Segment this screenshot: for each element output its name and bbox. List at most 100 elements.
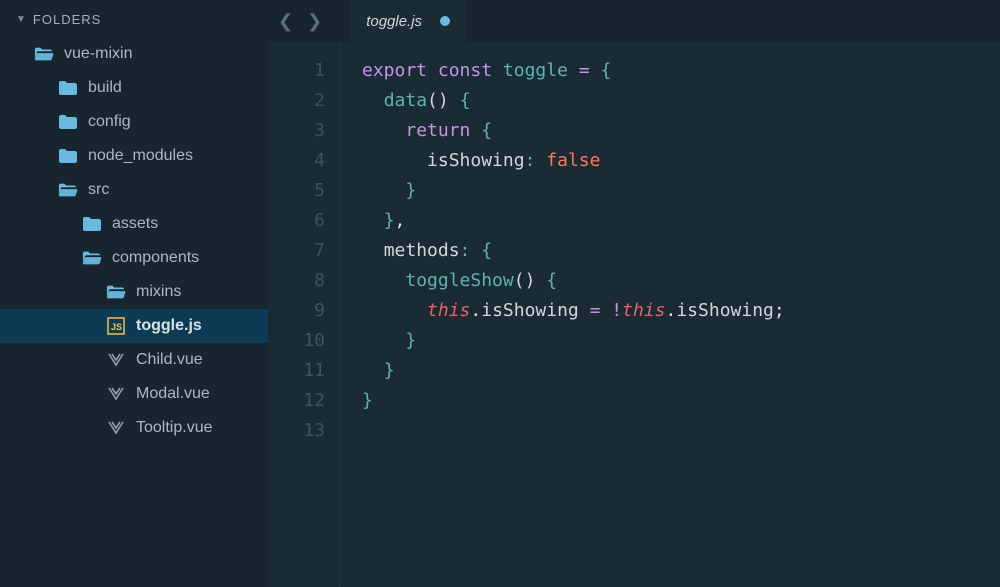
tree-item-label: assets (112, 215, 158, 233)
token-punc: } (384, 210, 395, 231)
token-kw: return (405, 120, 481, 141)
history-nav: ❮ ❯ (278, 11, 322, 32)
tree-folder-build[interactable]: build (0, 71, 268, 105)
code-line: } (362, 326, 1000, 356)
line-number: 1 (268, 56, 325, 86)
code-line: } (362, 356, 1000, 386)
tree-item-label: vue-mixin (64, 45, 132, 63)
token-white: . (470, 300, 481, 321)
token-punc: } (362, 390, 373, 411)
tree-folder-config[interactable]: config (0, 105, 268, 139)
token-punc: { (546, 270, 557, 291)
token-white (449, 90, 460, 111)
tree-item-label: Child.vue (136, 351, 203, 369)
token-op: = (590, 300, 612, 321)
token-punc: { (600, 60, 611, 81)
tree-item-label: Modal.vue (136, 385, 210, 403)
code-line: return { (362, 116, 1000, 146)
token-punc: { (481, 120, 492, 141)
code-line: export const toggle = { (362, 56, 1000, 86)
folder-icon (58, 78, 78, 98)
back-icon[interactable]: ❮ (278, 11, 293, 32)
tree-folder-assets[interactable]: assets (0, 207, 268, 241)
tree-item-label: config (88, 113, 131, 131)
token-this: this (622, 300, 665, 321)
token-kw: export (362, 60, 438, 81)
line-number: 7 (268, 236, 325, 266)
line-number: 3 (268, 116, 325, 146)
sidebar: ▼ FOLDERS vue-mixin build config node_modul… (0, 0, 268, 587)
code-line: }, (362, 206, 1000, 236)
vue-icon (106, 384, 126, 404)
tree-file-tooltip-vue[interactable]: Tooltip.vue (0, 411, 268, 445)
tab-title: toggle.js (366, 13, 422, 30)
token-white (535, 270, 546, 291)
folder-open-icon (82, 248, 102, 268)
tree-file-child-vue[interactable]: Child.vue (0, 343, 268, 377)
folder-open-icon (34, 44, 54, 64)
tree-item-label: src (88, 181, 109, 199)
token-punc: { (460, 90, 471, 111)
token-fn: toggleShow (405, 270, 513, 291)
token-prop: isShowing (676, 300, 774, 321)
token-fn: data (384, 90, 427, 111)
code-area[interactable]: 12345678910111213 export const toggle = … (268, 42, 1000, 587)
tree-item-label: components (112, 249, 199, 267)
file-tree: vue-mixin build config node_modulessrcasset… (0, 37, 268, 445)
code-content[interactable]: export const toggle = { data() { return … (340, 42, 1000, 587)
token-op: = (579, 60, 601, 81)
folder-open-icon (58, 180, 78, 200)
line-number: 13 (268, 416, 325, 446)
token-white: ; (774, 300, 785, 321)
code-line (362, 416, 1000, 446)
tab-toggle-js[interactable]: toggle.js (350, 0, 466, 42)
token-kw: const (438, 60, 503, 81)
token-punc: } (405, 180, 416, 201)
code-line: isShowing: false (362, 146, 1000, 176)
code-line: toggleShow() { (362, 266, 1000, 296)
editor-pane: ❮ ❯ toggle.js 12345678910111213 export c… (268, 0, 1000, 587)
tree-item-label: mixins (136, 283, 181, 301)
line-number: 2 (268, 86, 325, 116)
tree-file-modal-vue[interactable]: Modal.vue (0, 377, 268, 411)
tree-folder-src[interactable]: src (0, 173, 268, 207)
code-line: } (362, 386, 1000, 416)
code-line: data() { (362, 86, 1000, 116)
code-line: methods: { (362, 236, 1000, 266)
tree-folder-vue-mixin[interactable]: vue-mixin (0, 37, 268, 71)
tree-folder-components[interactable]: components (0, 241, 268, 275)
token-white: . (666, 300, 677, 321)
tree-folder-node_modules[interactable]: node_modules (0, 139, 268, 173)
line-number: 11 (268, 356, 325, 386)
code-line: this.isShowing = !this.isShowing; (362, 296, 1000, 326)
line-number: 6 (268, 206, 325, 236)
token-prop: isShowing (481, 300, 589, 321)
folder-icon (58, 112, 78, 132)
line-number: 12 (268, 386, 325, 416)
sidebar-header-label: FOLDERS (33, 12, 101, 27)
app-root: ▼ FOLDERS vue-mixin build config node_modul… (0, 0, 1000, 587)
folder-icon (82, 214, 102, 234)
token-paren: () (514, 270, 536, 291)
tree-file-toggle-js[interactable]: JStoggle.js (0, 309, 268, 343)
code-line: } (362, 176, 1000, 206)
token-punc: } (384, 360, 395, 381)
folder-open-icon (106, 282, 126, 302)
tree-item-label: node_modules (88, 147, 193, 165)
sidebar-header[interactable]: ▼ FOLDERS (0, 8, 268, 37)
vue-icon (106, 350, 126, 370)
tree-item-label: toggle.js (136, 317, 202, 335)
token-colon: : (525, 150, 547, 171)
token-op: ! (611, 300, 622, 321)
token-fn: toggle (503, 60, 579, 81)
tree-folder-mixins[interactable]: mixins (0, 275, 268, 309)
tab-bar: ❮ ❯ toggle.js (268, 0, 1000, 42)
vue-icon (106, 418, 126, 438)
token-punc: } (405, 330, 416, 351)
line-number: 9 (268, 296, 325, 326)
line-number: 8 (268, 266, 325, 296)
unsaved-indicator-icon (440, 16, 450, 26)
forward-icon[interactable]: ❯ (307, 11, 322, 32)
line-number-gutter: 12345678910111213 (268, 42, 340, 587)
token-colon: : (460, 240, 482, 261)
